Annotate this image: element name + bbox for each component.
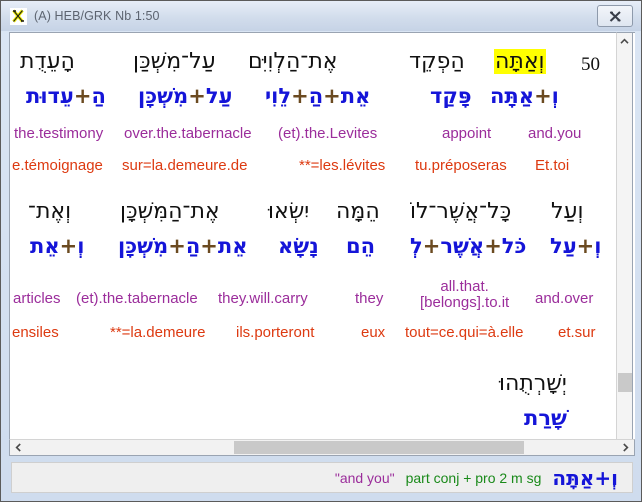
status-hebrew-lemma: וְ+אַתָּה [552, 465, 618, 490]
hebrew-word[interactable]: הָעֵדֻת [20, 51, 75, 73]
hebrew-word[interactable]: הַפְקֵד [409, 51, 465, 73]
hebrew-lemma[interactable]: שָׁרַת [524, 408, 567, 429]
english-gloss: they.will.carry [218, 290, 308, 307]
hebrew-word[interactable]: יִשְׂאוּ [268, 201, 309, 223]
english-gloss: and.over [535, 290, 594, 307]
close-button[interactable] [597, 5, 633, 27]
english-gloss-line: all.that. [440, 278, 489, 295]
english-gloss-wrapped: all.that. [belongs].to.it [420, 279, 509, 311]
vertical-scroll-thumb[interactable] [618, 373, 632, 392]
hebrew-word[interactable]: וְעַל [551, 201, 583, 223]
english-gloss: over.the.tabernacle [124, 125, 252, 142]
hebrew-word[interactable]: עַל־מִשְׁכַּן [133, 51, 216, 73]
french-gloss: tout=ce.qui=à.elle [405, 324, 524, 341]
title-bar[interactable]: (A) HEB/GRK Nb 1:50 [1, 1, 641, 31]
hebrew-word[interactable]: אֶת־הַמִּשְׁכָּן [120, 201, 220, 223]
english-gloss: appoint [442, 125, 492, 142]
status-gloss: "and you" [334, 469, 395, 486]
hebrew-lemma[interactable]: אֵת+הַ+לֵוִי [265, 86, 370, 107]
english-gloss: the.testimony [14, 125, 104, 142]
hebrew-lemma[interactable]: פָּקַד [430, 86, 472, 107]
french-gloss: et.sur [558, 324, 596, 341]
english-gloss: (et).the.Levites [278, 125, 378, 142]
status-bar: "and you" part conj + pro 2 m sg וְ+אַתָ… [11, 462, 633, 493]
hebrew-word[interactable]: וְאֶת־ [28, 201, 71, 223]
hebrew-word[interactable]: כָּל־אֲשֶׁר־לוֹ [410, 201, 511, 223]
french-gloss: eux [361, 324, 386, 341]
hebrew-aleph-icon [10, 7, 27, 25]
verse-number: 50 [581, 54, 600, 75]
chevron-left-icon[interactable] [10, 440, 27, 455]
chevron-up-icon[interactable] [617, 33, 632, 49]
french-gloss: **=la.demeure [110, 324, 206, 341]
french-gloss: **=les.lévites [299, 157, 386, 174]
hebrew-lemma[interactable]: עַל+מִשְׁכָּן [138, 86, 233, 107]
french-gloss: e.témoignage [12, 157, 103, 174]
french-gloss: ensiles [12, 324, 59, 341]
french-gloss: ils.porteront [236, 324, 315, 341]
french-gloss: Et.toi [535, 157, 570, 174]
window-title: (A) HEB/GRK Nb 1:50 [34, 9, 160, 23]
status-parse: part conj + pro 2 m sg [405, 469, 542, 486]
hebrew-lemma[interactable]: הֵם [346, 236, 375, 257]
english-gloss: and.you [528, 125, 582, 142]
hebrew-lemma[interactable]: וְ+עַל [550, 236, 602, 257]
chevron-right-icon[interactable] [617, 440, 634, 455]
french-gloss: tu.préposeras [415, 157, 507, 174]
highlighted-word[interactable]: וְאַתָּה [494, 49, 546, 74]
text-canvas: 50 וְאַתָּה הַפְקֵד אֶת־הַלְוִיִּם עַל־מִשְ… [10, 33, 621, 455]
hebrew-lemma[interactable]: אֵת+הַ+מִשְׁכָּן [118, 236, 248, 257]
interlinear-text-pane[interactable]: 50 וְאַתָּה הַפְקֵד אֶת־הַלְוִיִּם עַל־מִשְ… [9, 32, 635, 456]
hebrew-word[interactable]: אֶת־הַלְוִיִּם [248, 51, 338, 73]
hebrew-lemma[interactable]: נָשָׂא [278, 236, 319, 257]
vertical-scrollbar[interactable] [616, 32, 633, 456]
english-gloss-line: [belongs].to.it [420, 293, 510, 311]
close-icon [609, 10, 621, 22]
hebrew-word[interactable]: וְאַתָּה [494, 49, 546, 74]
hebrew-lemma[interactable]: וְ+אֵת [30, 236, 84, 257]
application-window: (A) HEB/GRK Nb 1:50 50 וְאַתָּה הַפְקֵד אֶ… [0, 0, 642, 502]
french-gloss: sur=la.demeure.de [122, 157, 248, 174]
hebrew-lemma[interactable]: כֹּל+אֲשֶׁר+לְ [410, 236, 526, 257]
english-gloss: (et).the.tabernacle [76, 290, 198, 307]
hebrew-lemma[interactable]: הַ+עֵדוּת [26, 86, 106, 107]
hebrew-lemma[interactable]: וְ+אַתָּה [490, 86, 559, 107]
english-gloss: articles [13, 290, 61, 307]
hebrew-word[interactable]: יְשָׁרְתֻהוּ [499, 373, 567, 395]
horizontal-scrollbar[interactable] [9, 439, 635, 456]
hebrew-word[interactable]: הֵמָּה [336, 201, 380, 223]
english-gloss: they [355, 290, 384, 307]
horizontal-scroll-thumb[interactable] [234, 441, 524, 454]
